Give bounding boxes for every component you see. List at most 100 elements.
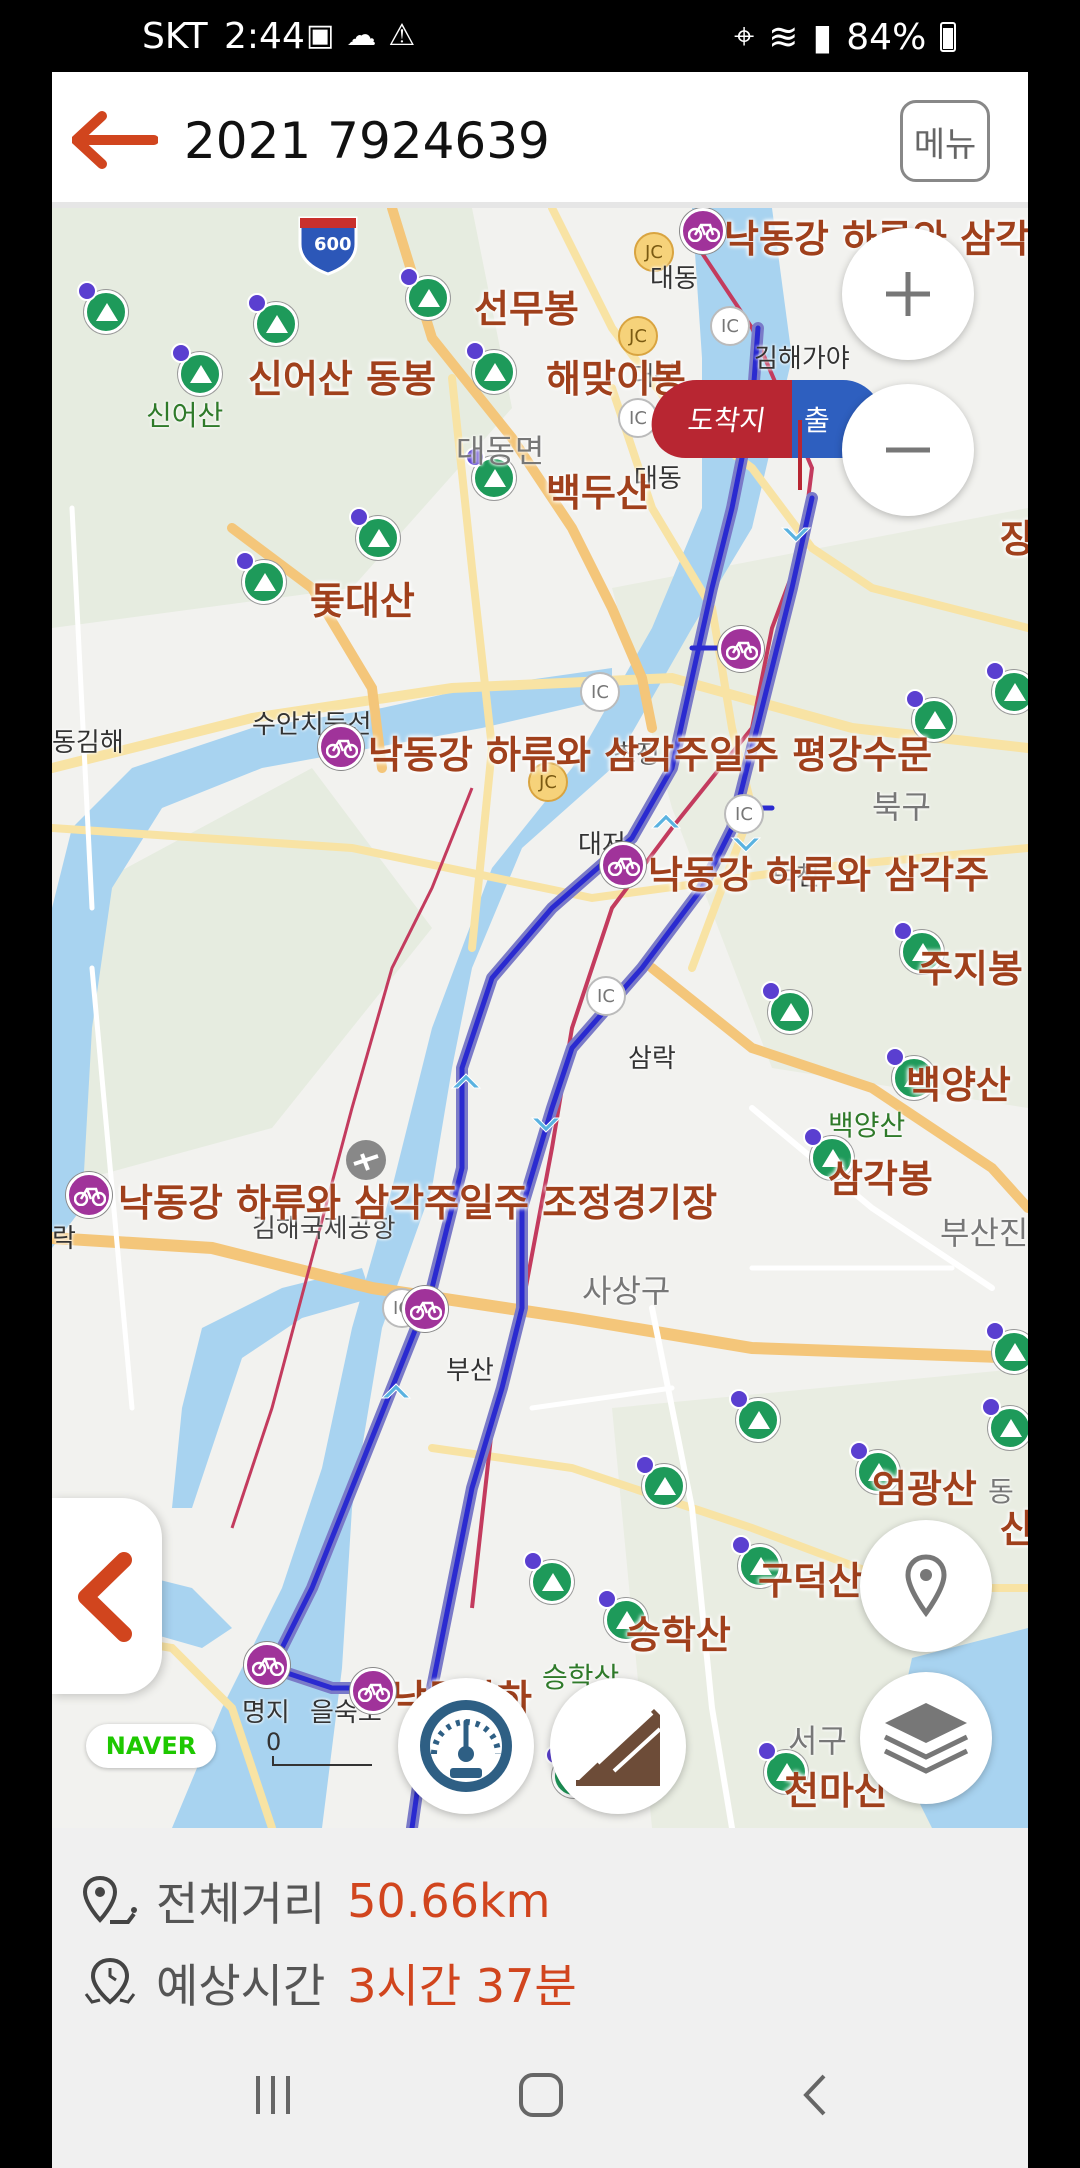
- location-pin-icon: [905, 1554, 947, 1618]
- warning-icon: ⚠: [388, 18, 416, 53]
- signal-icon: ▮: [812, 16, 833, 58]
- highway-600-label: 600: [314, 234, 352, 255]
- ic-marker: IC: [724, 794, 764, 834]
- poi-label: 주지봉: [918, 947, 1023, 991]
- poi-label: 낙동강 하류와 삼각주일주 평강수문: [368, 733, 933, 777]
- speedometer-icon: [420, 1700, 512, 1792]
- mountain-marker[interactable]: [77, 281, 128, 334]
- poi-label: 돛대산: [310, 579, 415, 623]
- elevation-button[interactable]: [550, 1678, 686, 1814]
- location-status-icon: ⌖: [734, 16, 755, 57]
- chevron-left-icon: [78, 1552, 132, 1642]
- poi-label: 구덕산: [758, 1559, 863, 1603]
- bike-route-marker[interactable]: [66, 1172, 112, 1218]
- side-panel-toggle[interactable]: [52, 1498, 162, 1694]
- bike-route-marker[interactable]: [600, 842, 646, 888]
- scale-bar: [272, 1756, 372, 1766]
- map-view[interactable]: 600 JC JC IC IC IC JC IC IC 대동 대감 김해가야 대…: [52, 208, 1028, 1828]
- clock: 2:44: [224, 16, 305, 57]
- mountain-marker[interactable]: [523, 1551, 574, 1604]
- bike-route-marker[interactable]: [318, 724, 364, 770]
- bike-route-marker[interactable]: [402, 1286, 448, 1332]
- place-label: 백양산: [828, 1109, 906, 1142]
- app-notification-icon: ▣: [306, 18, 335, 53]
- district-label: 북구: [872, 788, 931, 826]
- poi-label: 낙동강 하류와 삼각주일주 조정경기장: [118, 1181, 718, 1225]
- mountain-marker[interactable]: [465, 341, 516, 394]
- mountain-marker[interactable]: [729, 1389, 780, 1442]
- mountain-marker[interactable]: [985, 661, 1028, 714]
- poi-label: 신어산 동봉: [248, 357, 437, 401]
- bike-route-marker[interactable]: [718, 626, 764, 672]
- distance-value: 50.66km: [347, 1874, 551, 1928]
- mountain-marker[interactable]: [761, 981, 812, 1034]
- district-label: 서구: [788, 1722, 847, 1760]
- bike-route-marker[interactable]: [680, 208, 726, 254]
- ic-marker: IC: [580, 672, 620, 712]
- app-header: 2021 7924639 메뉴: [52, 72, 1028, 208]
- system-icons: ⌖ ≋ ▮ 84%: [734, 16, 957, 58]
- ic-marker: IC: [710, 306, 750, 346]
- place-label: 명지: [242, 1698, 290, 1728]
- distance-label: 전체거리: [156, 1877, 326, 1931]
- menu-button[interactable]: 메뉴: [900, 100, 990, 182]
- poi-label: 삼각봉: [828, 1157, 933, 1201]
- speedometer-button[interactable]: [398, 1678, 534, 1814]
- place-label: 신어산: [146, 399, 224, 432]
- poi-label: 낙동강 하류와 삼각주: [648, 853, 990, 897]
- place-label: 동김해: [52, 728, 124, 758]
- place-label: 김해가야: [754, 344, 850, 374]
- time-value: 3시간 37분: [347, 1959, 577, 2013]
- mountain-marker[interactable]: [349, 507, 400, 560]
- plus-icon: [886, 272, 930, 316]
- route-title: 2021 7924639: [184, 112, 550, 170]
- time-row: 예상시간 3시간 37분: [82, 1950, 577, 2016]
- map-layers-button[interactable]: [860, 1672, 992, 1804]
- mountain-marker[interactable]: [171, 343, 222, 396]
- district-label: 동: [988, 1475, 1014, 1508]
- poi-label: 백두산: [546, 471, 651, 515]
- district-label: 부산진: [940, 1214, 1028, 1252]
- system-back-icon[interactable]: [792, 2070, 842, 2120]
- mountain-marker[interactable]: [235, 551, 286, 604]
- poi-label: 승학산: [626, 1613, 731, 1657]
- minus-icon: [886, 447, 930, 453]
- app-window: 2021 7924639 메뉴 600 JC JC IC IC IC JC IC…: [52, 72, 1028, 2168]
- battery-icon: [940, 22, 957, 52]
- layers-icon: [883, 1703, 969, 1774]
- place-label: 부산: [446, 1356, 494, 1386]
- bike-route-marker[interactable]: [350, 1668, 396, 1714]
- phone-screen: SKT 2:44 ▣ ☁ ⚠ ⌖ ≋ ▮ 84% 2021 7924639 메뉴: [0, 0, 1080, 2168]
- mountain-marker[interactable]: [635, 1455, 686, 1508]
- time-pin-icon: [84, 1957, 136, 2005]
- arrival-flag-label: 도착지: [646, 380, 808, 458]
- mountain-marker[interactable]: [981, 1397, 1028, 1450]
- district-label: 사상구: [582, 1272, 671, 1310]
- cloud-notification-icon: ☁: [346, 18, 377, 53]
- flag-pole: [798, 420, 802, 490]
- naver-logo: NAVER: [86, 1724, 216, 1768]
- back-arrow-icon[interactable]: [72, 110, 158, 170]
- recent-apps-icon[interactable]: [248, 2070, 298, 2120]
- place-label: 삼락: [628, 1044, 676, 1074]
- poi-label: 백양산: [906, 1063, 1011, 1107]
- scale-label: 0: [266, 1728, 282, 1756]
- zoom-out-button[interactable]: [842, 384, 974, 516]
- poi-label: 장: [1000, 517, 1028, 561]
- distance-pin-icon: [82, 1875, 137, 1924]
- ic-marker: IC: [586, 976, 626, 1016]
- my-location-button[interactable]: [860, 1520, 992, 1652]
- time-label: 예상시간: [156, 1959, 326, 2013]
- zoom-in-button[interactable]: [842, 228, 974, 360]
- bike-route-marker[interactable]: [244, 1642, 290, 1688]
- wifi-icon: ≋: [768, 16, 799, 58]
- notification-icons: ▣ ☁ ⚠: [306, 18, 415, 53]
- mountain-marker[interactable]: [247, 293, 298, 346]
- home-icon[interactable]: [516, 2070, 566, 2120]
- mountain-marker[interactable]: [399, 267, 450, 320]
- place-label: 대동: [650, 264, 698, 294]
- status-bar: SKT 2:44 ▣ ☁ ⚠ ⌖ ≋ ▮ 84%: [0, 0, 1080, 72]
- mountain-marker[interactable]: [985, 1321, 1028, 1374]
- battery-percent: 84%: [846, 16, 927, 58]
- poi-label: 선무봉: [474, 287, 579, 331]
